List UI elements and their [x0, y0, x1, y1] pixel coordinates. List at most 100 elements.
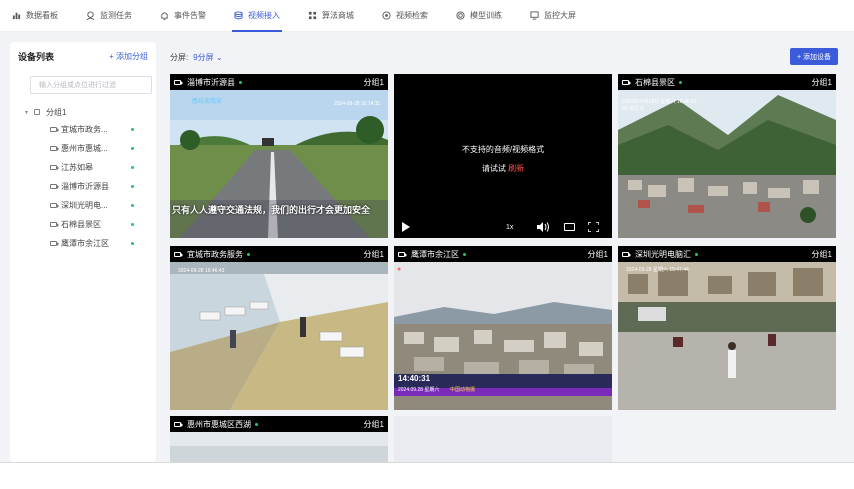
video-tile[interactable]: 惠州市惠城区西湖 分组1: [170, 416, 388, 462]
nav-item-dashboard[interactable]: 数据看板: [12, 0, 58, 32]
nav-label: 事件告警: [174, 11, 206, 20]
lake-video-feed: [170, 432, 388, 462]
camera-icon: [174, 251, 183, 257]
nav-label: 算法商城: [322, 11, 354, 20]
play-icon[interactable]: [402, 222, 410, 232]
video-tile[interactable]: 宜城市政务服务 分组1 2024-09-28 16:46:43: [170, 246, 388, 410]
camera-icon: [50, 241, 59, 246]
caret-down-icon[interactable]: ▾: [25, 109, 28, 116]
online-status-dot: [239, 80, 242, 84]
video-time: 14:40:31: [398, 374, 431, 383]
tree-group-node[interactable]: ▾ 分组1: [10, 104, 156, 120]
tree-item[interactable]: 鹰潭市余江区: [10, 234, 156, 253]
video-tile[interactable]: 深圳光明电脑汇 分组1 2024-09-28 星期六 15:47:44: [618, 246, 836, 410]
nav-item-video-access[interactable]: 视频接入: [232, 0, 282, 32]
nav-label: 数据看板: [26, 11, 58, 20]
task-icon: [86, 11, 95, 20]
video-tile-header: 宜城市政务服务 分组1: [170, 246, 388, 262]
top-navigation: 数据看板 监测任务 事件告警 视频接入 算法商城 视频检索 模型训练 监控大屏: [0, 0, 854, 32]
tree-item-label: 石棉县景区: [61, 220, 101, 229]
tree-item[interactable]: 江苏如皋: [10, 158, 156, 177]
online-status-dot: [131, 166, 134, 169]
camera-icon: [50, 222, 59, 227]
video-tile-header: 淄博市沂源县 分组1: [170, 74, 388, 90]
camera-icon: [50, 203, 59, 208]
online-status-dot: [131, 204, 134, 207]
volume-icon[interactable]: [537, 222, 549, 232]
add-device-button[interactable]: + 添加设备: [789, 48, 838, 65]
camera-icon: [622, 251, 631, 257]
fullscreen-icon[interactable]: [588, 222, 599, 232]
model-icon: [456, 11, 465, 20]
online-status-dot: [131, 185, 134, 188]
device-tree: ▾ 分组1 宜城市政务... 惠州市惠城... 江苏如皋 淄博市沂源县 深圳光明…: [10, 104, 156, 253]
video-tile-header: 深圳光明电脑汇 分组1: [618, 246, 836, 262]
add-group-button[interactable]: + 添加分组: [109, 51, 148, 62]
refresh-link[interactable]: 刷新: [508, 164, 524, 173]
video-banner: 感坊谈驾安: [192, 99, 223, 105]
video-tile-title: 淄博市沂源县: [187, 77, 235, 87]
target-icon: [382, 11, 391, 20]
tree-item[interactable]: 惠州市惠城...: [10, 139, 156, 158]
tree-item-label: 惠州市惠城...: [61, 144, 108, 153]
video-tile[interactable]: 石棉县景区 分组1 2024年09月28日 星期六 16:46:53 A2 景区…: [618, 74, 836, 238]
database-icon: [234, 11, 243, 20]
online-status-dot: [131, 128, 134, 131]
nav-item-algorithm-store[interactable]: 算法商城: [308, 0, 354, 32]
nav-label: 监测任务: [100, 11, 132, 20]
tree-item[interactable]: 深圳光明电...: [10, 196, 156, 215]
device-list-title: 设备列表: [18, 51, 55, 62]
device-list-panel: 设备列表 + 添加分组 ▾ 分组1 宜城市政务... 惠州市惠城... 江苏如皋…: [10, 42, 156, 462]
video-tile-group: 分组1: [811, 249, 832, 259]
video-tile-header: 石棉县景区 分组1: [618, 74, 836, 90]
video-tile-title: 宜城市政务服务: [187, 249, 243, 259]
tree-item-label: 鹰潭市余江区: [61, 239, 109, 248]
video-tile-unsupported[interactable]: 不支持的音频/视频格式 请试试 刷新 1x: [394, 74, 612, 238]
main-page: 设备列表 + 添加分组 ▾ 分组1 宜城市政务... 惠州市惠城... 江苏如皋…: [0, 32, 854, 462]
grid-icon: [308, 11, 317, 20]
nav-item-video-search[interactable]: 视频检索: [382, 0, 428, 32]
picture-in-picture-icon[interactable]: [564, 223, 575, 231]
mountain-town-video-feed: [618, 90, 836, 238]
tree-item[interactable]: 石棉县景区: [10, 215, 156, 234]
video-tile-header: 鹰潭市余江区 分组1: [394, 246, 612, 262]
video-tag: 中国动物摄: [450, 387, 476, 393]
tree-item-label: 淄博市沂源县: [61, 182, 109, 191]
video-tile-title: 鹰潭市余江区: [411, 249, 459, 259]
tree-item[interactable]: 宜城市政务...: [10, 120, 156, 139]
video-toolbar: 分屏: 9分屏 ⌄ + 添加设备: [170, 46, 840, 68]
bell-icon: [161, 12, 168, 20]
video-tile-group: 分组1: [811, 77, 832, 87]
nav-label: 视频接入: [248, 11, 280, 20]
playback-speed[interactable]: 1x: [506, 224, 513, 231]
video-tile-group: 分组1: [363, 249, 384, 259]
split-label: 分屏:: [170, 52, 189, 62]
tree-group-label: 分组1: [46, 107, 67, 117]
tree-item[interactable]: 淄博市沂源县: [10, 177, 156, 196]
video-date: 2024.09.28 星期六: [398, 387, 440, 393]
nav-item-monitor-screen[interactable]: 监控大屏: [530, 0, 576, 32]
retry-text: 请试试: [481, 164, 506, 173]
split-screen-select[interactable]: 9分屏 ⌄: [193, 52, 222, 63]
online-status-dot: [131, 147, 134, 150]
nav-item-event-alarm[interactable]: 事件告警: [160, 0, 206, 32]
video-tile[interactable]: 淄博市沂源县 分组1 感坊谈驾安 2024-09-28 16:14:11 只有人…: [170, 74, 388, 238]
video-caption: 只有人人遵守交通法规，我们的出行才会更加安全: [172, 205, 371, 215]
camera-icon: [174, 421, 183, 427]
nav-item-monitor-task[interactable]: 监测任务: [86, 0, 132, 32]
camera-icon: [50, 165, 59, 170]
video-tile-group: 分组1: [363, 419, 384, 429]
video-timestamp: 2024-09-28 16:14:11: [333, 101, 380, 107]
empty-video-slot[interactable]: [394, 416, 612, 462]
device-filter-input[interactable]: [30, 76, 152, 94]
online-status-dot: [131, 242, 134, 245]
bar-chart-icon: [12, 12, 21, 20]
retry-row: 请试试 刷新: [394, 163, 612, 174]
street-video-feed: [618, 262, 836, 410]
video-tile[interactable]: 鹰潭市余江区 分组1 ● 14:40:31 2024.09.28 星期六 中国动…: [394, 246, 612, 410]
camera-icon: [398, 251, 407, 257]
online-status-dot: [463, 252, 466, 256]
video-tile-group: 分组1: [587, 249, 608, 259]
nav-item-model-training[interactable]: 模型训练: [456, 0, 502, 32]
video-timestamp: 2024-09-28 星期六 15:47:44: [626, 267, 689, 273]
